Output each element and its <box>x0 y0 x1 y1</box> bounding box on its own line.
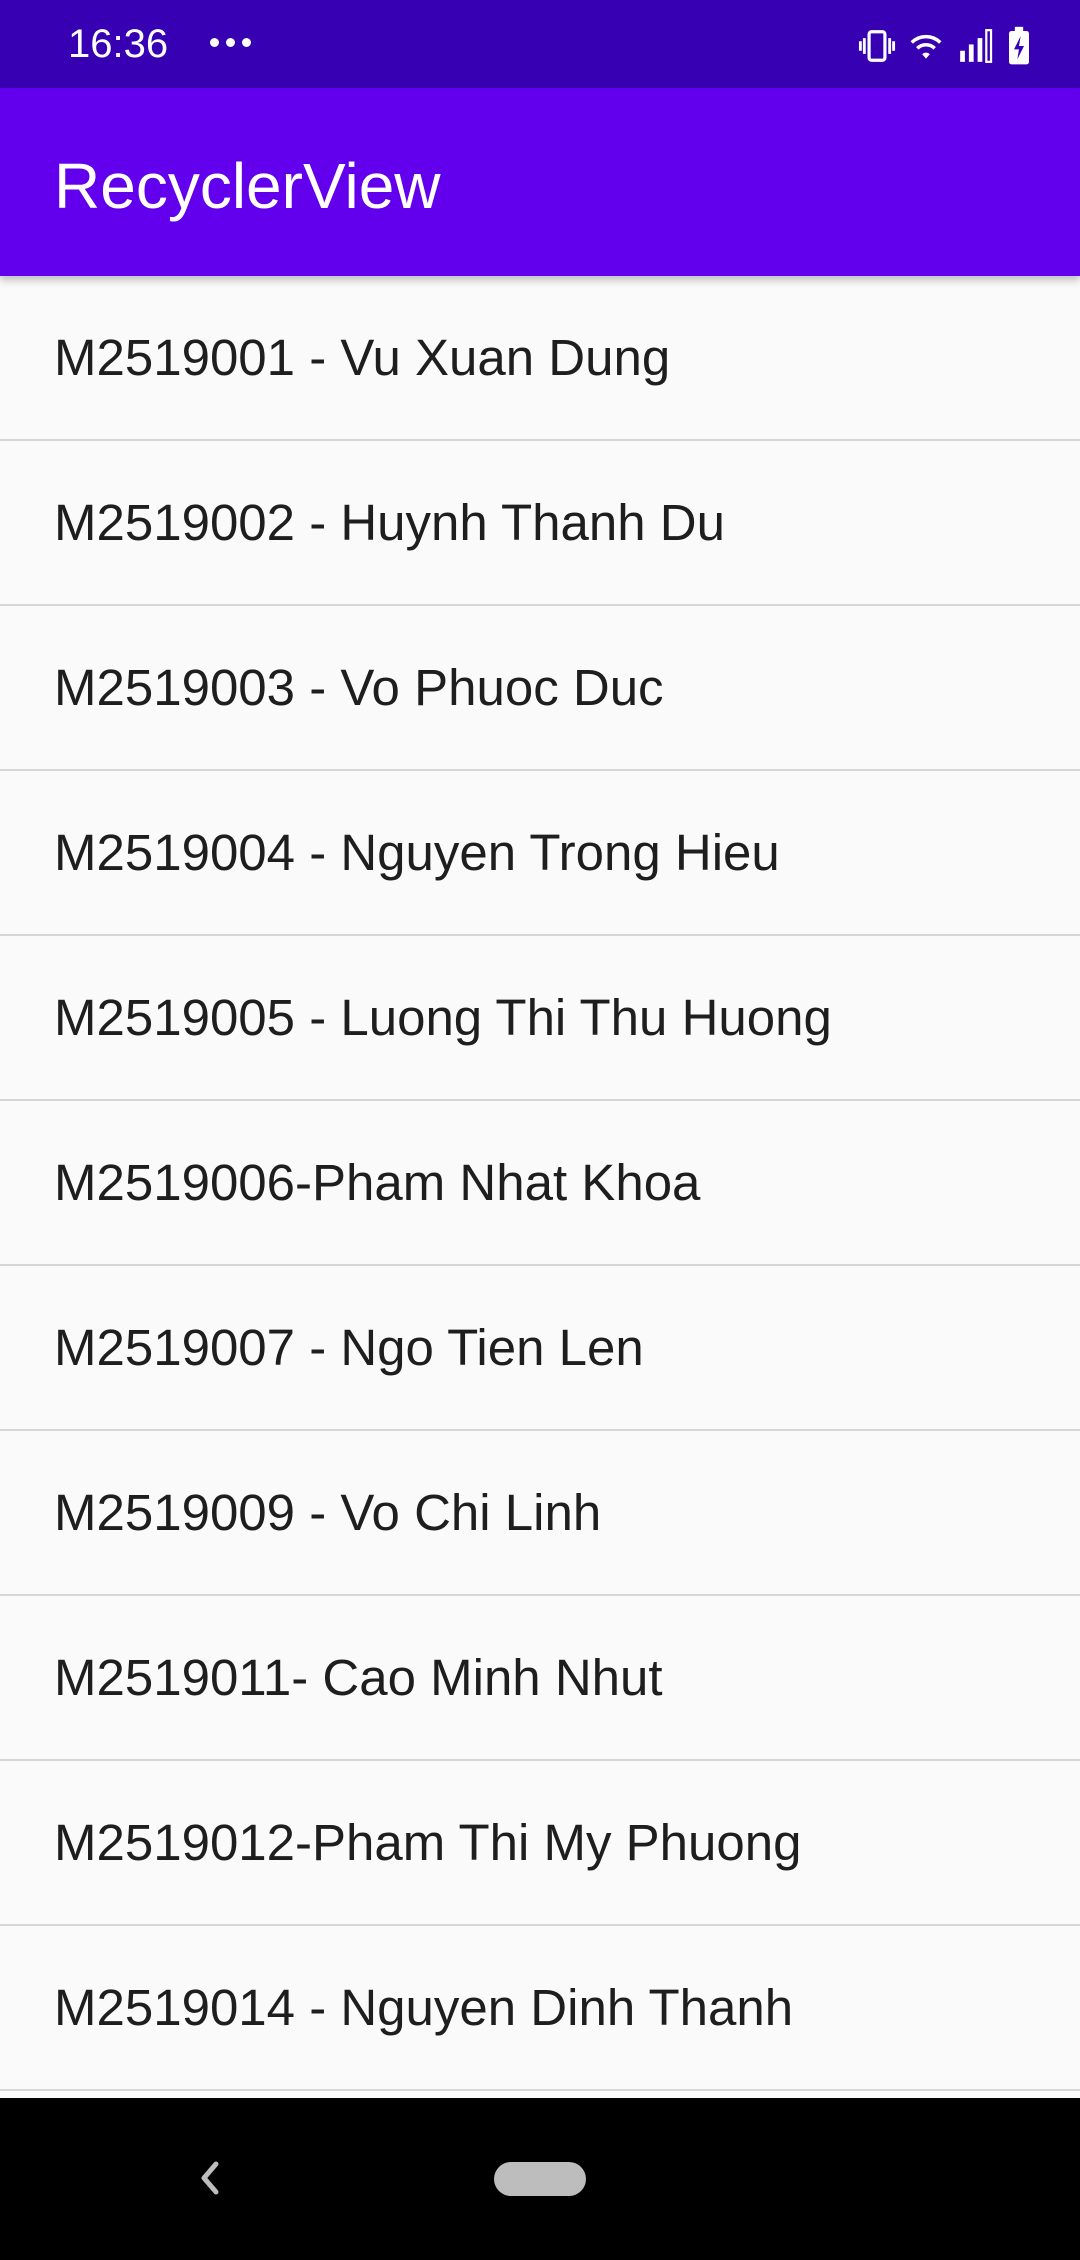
list-item[interactable]: M2519009 - Vo Chi Linh <box>0 1431 1080 1596</box>
battery-charging-icon <box>1009 26 1029 65</box>
list-item-label: M2519007 - Ngo Tien Len <box>54 1318 644 1376</box>
list-item[interactable]: M2519004 - Nguyen Trong Hieu <box>0 771 1080 936</box>
list-item[interactable]: M2519012-Pham Thi My Phuong <box>0 1761 1080 1926</box>
list-item[interactable]: M2519011- Cao Minh Nhut <box>0 1596 1080 1761</box>
list-item[interactable]: M2519002 - Huynh Thanh Du <box>0 441 1080 606</box>
list-item[interactable]: M2519007 - Ngo Tien Len <box>0 1266 1080 1431</box>
list-item-label: M2519002 - Huynh Thanh Du <box>54 493 725 551</box>
list-item[interactable]: M2519001 - Vu Xuan Dung <box>0 276 1080 441</box>
list-item[interactable]: M2519006-Pham Nhat Khoa <box>0 1101 1080 1266</box>
app-bar: RecyclerView <box>0 88 1080 276</box>
list-item-label: M2519006-Pham Nhat Khoa <box>54 1153 701 1211</box>
more-dots-icon <box>210 38 254 50</box>
navigation-bar <box>0 2098 1080 2260</box>
list-item[interactable]: M2519005 - Luong Thi Thu Huong <box>0 936 1080 1101</box>
list-item-label: M2519011- Cao Minh Nhut <box>54 1648 663 1706</box>
list-item-label: M2519014 - Nguyen Dinh Thanh <box>54 1978 794 2036</box>
status-time: 16:36 <box>68 22 169 66</box>
status-bar: 16:36 <box>0 0 1080 88</box>
list-item[interactable]: M2519014 - Nguyen Dinh Thanh <box>0 1926 1080 2091</box>
wifi-icon <box>910 34 942 59</box>
recycler-list[interactable]: M2519001 - Vu Xuan Dung M2519002 - Huynh … <box>0 276 1080 2098</box>
status-icons <box>848 24 1032 68</box>
signal-icon <box>960 29 993 63</box>
list-item-label: M2519001 - Vu Xuan Dung <box>54 328 671 386</box>
page-title: RecyclerView <box>54 150 441 222</box>
list-item-label: M2519003 - Vo Phuoc Duc <box>54 658 664 716</box>
list-item[interactable]: M2519003 - Vo Phuoc Duc <box>0 606 1080 771</box>
vibrate-icon <box>858 30 896 62</box>
list-item-label: M2519005 - Luong Thi Thu Huong <box>54 988 832 1046</box>
list-item-label: M2519009 - Vo Chi Linh <box>54 1483 602 1541</box>
list-item-label: M2519004 - Nguyen Trong Hieu <box>54 823 780 881</box>
list-item-label: M2519012-Pham Thi My Phuong <box>54 1813 802 1871</box>
back-chevron-icon[interactable] <box>190 2154 230 2202</box>
home-pill-icon[interactable] <box>494 2162 586 2196</box>
